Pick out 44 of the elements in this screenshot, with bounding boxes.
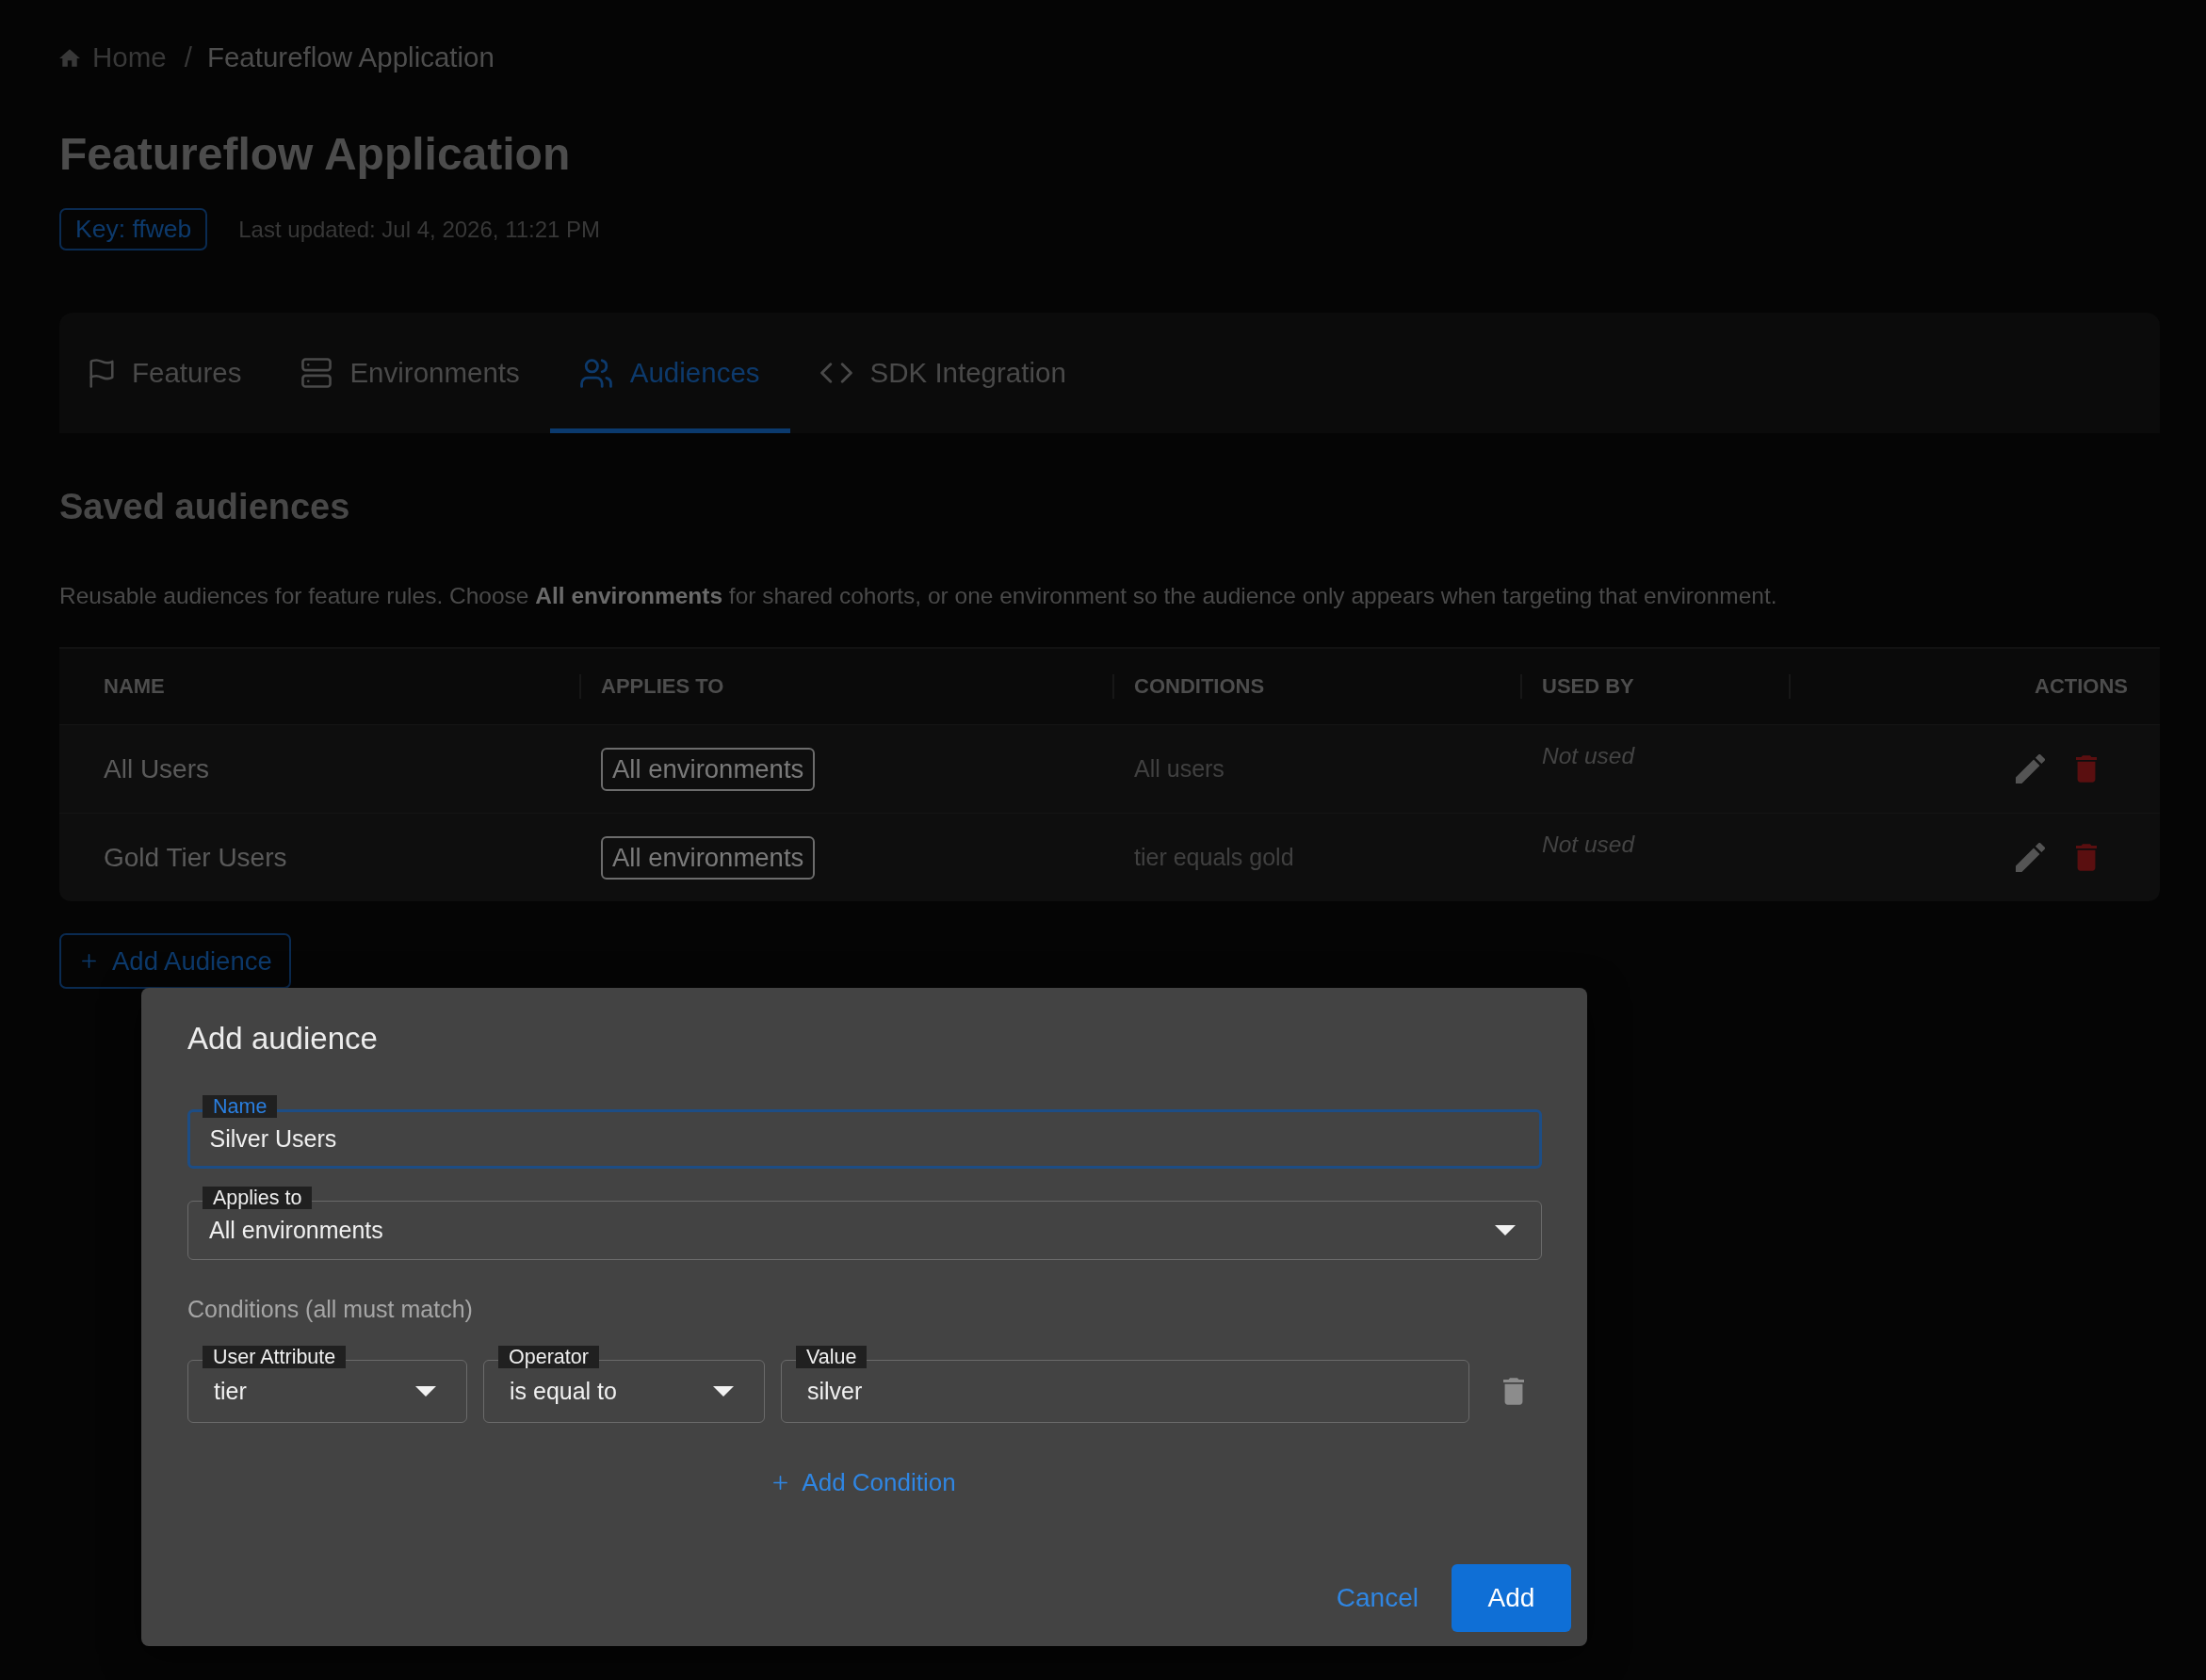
environment-tag: All environments [601, 747, 816, 791]
tab[interactable]: Features [59, 313, 272, 433]
tab[interactable]: SDK Integration [789, 313, 1096, 433]
key-badge: Key: ffweb [59, 208, 208, 250]
section-title: Saved audiences [59, 486, 350, 528]
plus-icon [82, 954, 96, 968]
add-button[interactable]: Add [1452, 1564, 1571, 1632]
tab[interactable]: Audiences [549, 313, 790, 433]
page-title: Featureflow Application [59, 128, 571, 181]
field-label: Applies to [203, 1187, 313, 1209]
users-icon [579, 358, 612, 388]
column-header: APPLIES TO [601, 674, 724, 699]
flag-icon [89, 358, 114, 388]
breadcrumb-separator: / [184, 41, 192, 73]
tab[interactable]: Environments [271, 313, 550, 433]
field-label: User Attribute [203, 1346, 347, 1368]
add-condition-button[interactable]: Add Condition [768, 1464, 962, 1500]
caret-icon [1495, 1225, 1516, 1236]
caret-icon [713, 1386, 734, 1397]
trash-icon[interactable] [2076, 755, 2097, 783]
code-icon [819, 363, 852, 383]
field-label: Operator [498, 1346, 599, 1368]
trash-icon[interactable] [1503, 1378, 1524, 1405]
table-cell: Gold Tier Users [104, 842, 287, 873]
server-icon [301, 358, 333, 388]
environment-tag: All environments [601, 835, 816, 880]
conditions-heading: Conditions (all must match) [187, 1296, 474, 1322]
pencil-icon[interactable] [2016, 754, 2045, 783]
breadcrumb-current: Featureflow Application [206, 41, 495, 73]
dialog-title: Add audience [187, 1020, 379, 1058]
caret-icon [415, 1386, 436, 1397]
column-header: NAME [104, 674, 165, 699]
column-header: ACTIONS [2035, 674, 2128, 699]
trash-icon[interactable] [2076, 844, 2097, 871]
field-label: Value [796, 1346, 868, 1368]
column-header: CONDITIONS [1134, 674, 1265, 699]
home-icon [59, 48, 80, 67]
section-description: Reusable audiences for feature rules. Choose All environments for shared cohorts, or one environment so the audience only appears when targeting that environment. [59, 582, 1777, 610]
column-header: USED BY [1542, 674, 1634, 699]
cancel-button[interactable]: Cancel [1321, 1564, 1434, 1632]
table-cell: All Users [104, 753, 209, 784]
field-label: Name [203, 1095, 278, 1118]
plus-icon [773, 1475, 788, 1490]
pencil-icon[interactable] [2016, 843, 2045, 872]
